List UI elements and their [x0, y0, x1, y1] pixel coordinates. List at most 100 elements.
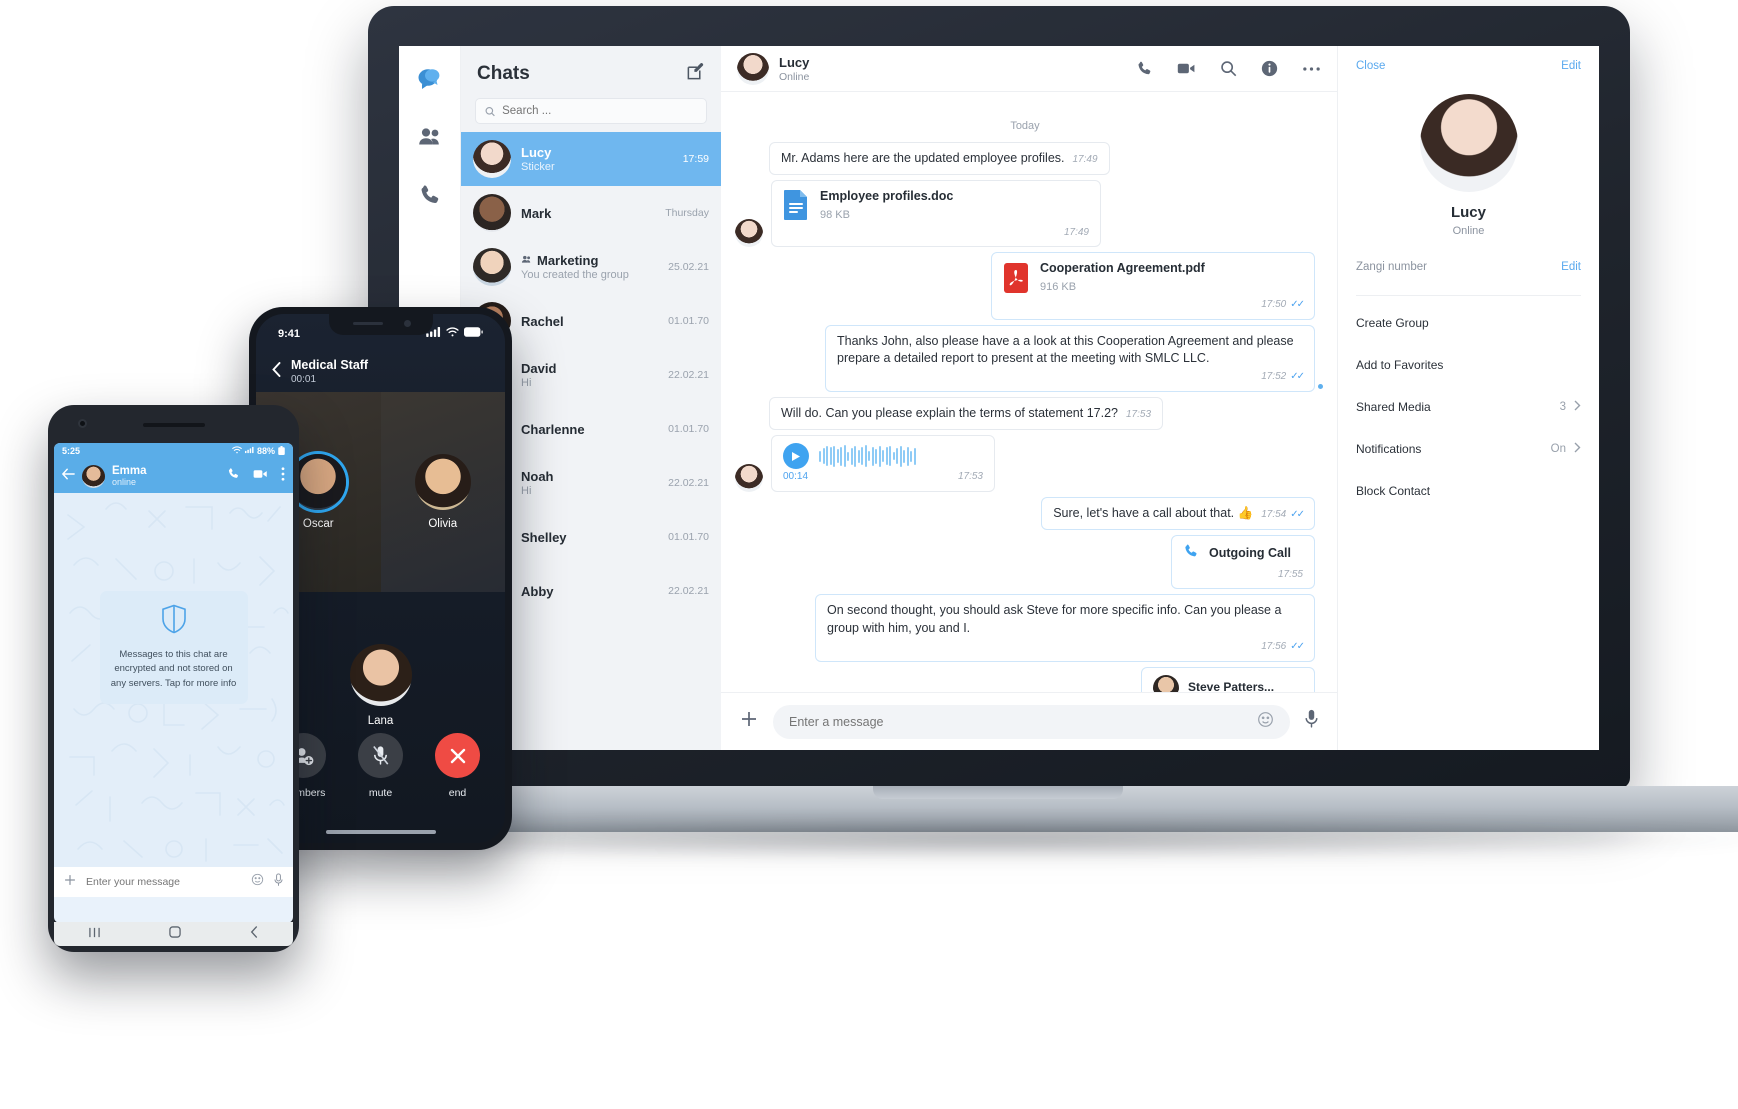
- message-text: Mr. Adams here are the updated employee …: [781, 151, 1065, 165]
- conversation-contact-name: Lucy: [779, 54, 810, 70]
- plus-icon[interactable]: [739, 709, 759, 734]
- read-receipt-icon: ✓✓: [1290, 371, 1305, 383]
- encryption-notice[interactable]: Messages to this chat are encrypted and …: [99, 591, 248, 704]
- battery-percent: 88%: [256, 446, 275, 456]
- avatar: [349, 644, 412, 706]
- battery-icon: [278, 445, 285, 457]
- chat-list-item[interactable]: Mark Thursday: [461, 186, 721, 240]
- chat-preview: You created the group: [521, 269, 629, 281]
- end-call-icon: [435, 733, 480, 778]
- edit-button[interactable]: Edit: [1561, 60, 1581, 72]
- desktop-app-window: Chats Search ... Lucy Sticker 17:59 Mark…: [399, 46, 1599, 750]
- chat-time: 22.02.21: [668, 585, 709, 597]
- message-bubble-contact[interactable]: Steve Patters... 17:58 ✓✓: [1141, 666, 1315, 692]
- outgoing-call-icon: [1183, 543, 1199, 564]
- pdf-file-icon: [1004, 262, 1028, 293]
- chats-icon[interactable]: [415, 64, 445, 94]
- chat-time: Thursday: [665, 207, 709, 219]
- android-message-input[interactable]: [86, 876, 242, 888]
- message-time: 17:54: [1261, 509, 1287, 521]
- calls-icon[interactable]: [415, 180, 445, 210]
- conversation-contact-status: Online: [779, 70, 810, 83]
- info-item-value: On: [1550, 443, 1566, 455]
- info-item-shared-media[interactable]: Shared Media 3: [1356, 386, 1581, 428]
- message-text: On second thought, you should ask Steve …: [827, 603, 1282, 635]
- message-bubble-text[interactable]: Will do. Can you please explain the term…: [769, 396, 1164, 431]
- group-icon: [521, 253, 532, 268]
- compose-icon[interactable]: [686, 62, 705, 86]
- message-bubble-text[interactable]: On second thought, you should ask Steve …: [815, 594, 1315, 662]
- message-input[interactable]: [789, 714, 1257, 729]
- chevron-right-icon: [1574, 442, 1581, 456]
- message-bubble-file[interactable]: Cooperation Agreement.pdf 916 KB 17:50 ✓…: [991, 252, 1315, 320]
- call-participant-tile[interactable]: Olivia: [380, 392, 505, 592]
- home-icon[interactable]: [169, 925, 182, 943]
- message-bubble-call[interactable]: Outgoing Call 17:55: [1171, 535, 1315, 590]
- online-dot: [758, 242, 763, 248]
- avatar: [735, 219, 763, 248]
- screenshot-stage: Chats Search ... Lucy Sticker 17:59 Mark…: [0, 0, 1738, 1109]
- wifi-icon: [446, 327, 459, 340]
- info-item-notifications[interactable]: Notifications On: [1356, 428, 1581, 470]
- message-bubble-text[interactable]: Mr. Adams here are the updated employee …: [769, 142, 1110, 176]
- contact-info-header: Close Edit: [1356, 60, 1581, 72]
- mic-icon[interactable]: [273, 872, 284, 892]
- chat-list-item[interactable]: Marketing You created the group 25.02.21: [461, 240, 721, 294]
- end-call-button[interactable]: end: [435, 733, 480, 799]
- avatar: [414, 454, 471, 510]
- play-icon[interactable]: [783, 443, 809, 470]
- contacts-icon[interactable]: [415, 122, 445, 152]
- chat-time: 01.01.70: [668, 423, 709, 435]
- more-icon[interactable]: [281, 466, 285, 486]
- encryption-notice-text: Messages to this chat are encrypted and …: [110, 649, 237, 689]
- phone-icon[interactable]: [1136, 60, 1153, 77]
- message-bubble-voice[interactable]: 00:14 17:53: [771, 435, 995, 493]
- info-item-label: Notifications: [1356, 442, 1422, 456]
- chat-preview: Sticker: [521, 161, 555, 173]
- video-icon[interactable]: [253, 467, 268, 485]
- chat-name: Mark: [521, 205, 552, 221]
- back-icon[interactable]: [61, 467, 75, 485]
- info-item-label: Add to Favorites: [1356, 358, 1444, 372]
- video-icon[interactable]: [1177, 60, 1196, 77]
- info-item-block-contact[interactable]: Block Contact: [1356, 470, 1581, 512]
- back-icon[interactable]: [272, 361, 281, 382]
- day-separator: Today: [1010, 120, 1040, 132]
- message-text: Thanks John, also please have a a look a…: [837, 333, 1294, 365]
- more-icon[interactable]: [1302, 66, 1321, 72]
- featured-participant-name: Lana: [367, 715, 394, 727]
- status-dot: [1318, 383, 1323, 389]
- chat-list-item[interactable]: Lucy Sticker 17:59: [461, 132, 721, 186]
- back-icon[interactable]: [250, 925, 259, 943]
- mic-icon[interactable]: [1304, 709, 1319, 734]
- emoji-icon[interactable]: [1257, 711, 1274, 733]
- zangi-number-edit-button[interactable]: Edit: [1561, 261, 1581, 273]
- android-header-actions: [227, 466, 285, 486]
- message-input-wrapper[interactable]: [773, 704, 1290, 739]
- message-bubble-text[interactable]: Sure, let's have a call about that. 👍 17…: [1041, 497, 1315, 531]
- phone-icon[interactable]: [227, 467, 240, 485]
- contact-status: Online: [1452, 225, 1485, 237]
- plus-icon[interactable]: [63, 873, 77, 892]
- info-item-create-group[interactable]: Create Group: [1356, 296, 1581, 344]
- message-bubble-file[interactable]: Employee profiles.doc 98 KB 17:49: [771, 180, 1101, 248]
- chat-time: 22.02.21: [668, 477, 709, 489]
- avatar: [82, 464, 105, 488]
- close-button[interactable]: Close: [1356, 60, 1385, 72]
- call-timer: 00:01: [291, 374, 317, 385]
- status-time: 5:25: [62, 446, 81, 456]
- message-bubble-text[interactable]: Thanks John, also please have a a look a…: [825, 324, 1323, 392]
- shield-icon: [161, 604, 187, 638]
- earpiece: [142, 423, 205, 427]
- info-item-add-to-favorites[interactable]: Add to Favorites: [1356, 344, 1581, 386]
- waveform: [819, 445, 916, 468]
- info-icon[interactable]: [1261, 60, 1278, 77]
- search-icon[interactable]: [1220, 60, 1237, 77]
- voice-duration: 00:14: [783, 471, 809, 483]
- search-input[interactable]: [502, 105, 697, 117]
- message-time: 17:52: [1261, 371, 1287, 383]
- recents-icon[interactable]: [88, 925, 101, 943]
- emoji-icon[interactable]: [251, 873, 264, 891]
- mute-button[interactable]: mute: [358, 733, 403, 799]
- search-box[interactable]: [475, 98, 707, 124]
